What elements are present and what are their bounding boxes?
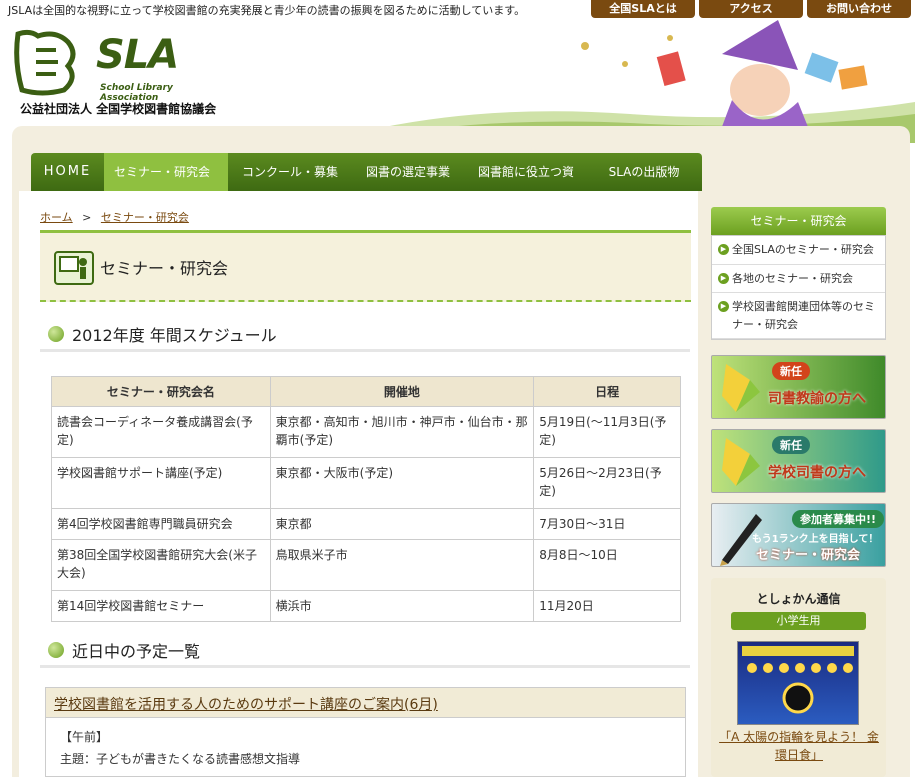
nav-selection[interactable]: 図書の選定事業 xyxy=(352,153,464,191)
column-header: 日程 xyxy=(533,376,681,407)
table-cell: 横浜市 xyxy=(269,590,535,622)
upcoming-heading: 近日中の予定一覧 xyxy=(40,634,690,668)
schedule-table: セミナー・研究会名 開催地 日程 読書会コーディネータ養成講習会(予定) 東京都… xyxy=(51,376,681,622)
banner-subtext: もう1ランク上を目指して！ xyxy=(752,534,879,545)
column-header: 開催地 xyxy=(269,376,535,407)
sidebar-menu: 全国SLAのセミナー・研究会 各地のセミナー・研究会 学校図書館関連団体等のセミ… xyxy=(711,235,886,341)
table-row: 読書会コーディネータ養成講習会(予定) 東京都・高知市・旭川市・神戸市・仙台市・… xyxy=(51,406,681,458)
page-title-band: セミナー・研究会 xyxy=(40,230,691,302)
table-cell: 読書会コーディネータ養成講習会(予定) xyxy=(51,406,271,458)
sidebar-item-related[interactable]: 学校図書館関連団体等のセミナー・研究会 xyxy=(712,293,885,340)
sidebar-heading: セミナー・研究会 xyxy=(711,207,886,235)
table-cell: 11月20日 xyxy=(533,590,681,622)
upcoming-event: 学校図書館を活用する人のためのサポート講座のご案内(6月) 【午前】 主題：子ど… xyxy=(45,687,686,777)
table-cell: 東京都・大阪市(予定) xyxy=(269,457,535,509)
bullet-ball-icon xyxy=(48,642,64,658)
witch-illustration xyxy=(370,20,915,143)
logo-mark-icon xyxy=(14,29,76,96)
newsletter-cover-image[interactable] xyxy=(737,641,859,725)
table-cell: 7月30日～31日 xyxy=(533,508,681,540)
page-title: セミナー・研究会 xyxy=(100,259,229,278)
event-session: 【午前】 xyxy=(60,730,109,744)
contact-link[interactable]: お問い合わせ xyxy=(807,0,911,18)
breadcrumb-current[interactable]: セミナー・研究会 xyxy=(101,211,189,224)
banner-text: セミナー・研究会 xyxy=(756,548,861,563)
banner-text: 学校司書の方へ xyxy=(768,465,866,481)
new-badge: 新任 xyxy=(772,436,810,454)
top-links: 全国SLAとは アクセス お問い合わせ xyxy=(591,0,911,18)
event-theme: 主題：子どもが書きたくなる読書感想文指導 xyxy=(60,752,301,766)
table-cell: 第4回学校図書館専門職員研究会 xyxy=(51,508,271,540)
eclipse-icon xyxy=(742,646,854,714)
tsushin-title: としょかん通信 xyxy=(756,592,841,606)
table-cell: 鳥取県米子市 xyxy=(269,539,535,591)
breadcrumb-separator: > xyxy=(82,211,92,224)
global-nav: HOME セミナー・研究会 コンクール・募集 図書の選定事業 図書館に役立つ資料… xyxy=(31,153,702,217)
recruiting-badge: 参加者募集中!! xyxy=(792,510,885,528)
table-cell: 東京都・高知市・旭川市・神戸市・仙台市・那覇市(予定) xyxy=(269,406,535,458)
sidebar-item-regional[interactable]: 各地のセミナー・研究会 xyxy=(712,265,885,294)
leaf-icon xyxy=(722,438,760,486)
tsushin-caption-link[interactable]: 「A 太陽の指輪を見よう！ 金環日食」 xyxy=(719,728,879,764)
new-badge: 新任 xyxy=(772,362,810,380)
nav-seminar[interactable]: セミナー・研究会 xyxy=(104,153,228,191)
schedule-heading: 2012年度 年間スケジュール xyxy=(40,318,690,352)
access-link[interactable]: アクセス xyxy=(699,0,803,18)
banner-seminar-recruit[interactable]: 参加者募集中!! もう1ランク上を目指して！ セミナー・研究会 xyxy=(711,503,886,567)
table-header-row: セミナー・研究会名 開催地 日程 xyxy=(51,376,681,407)
nav-resources[interactable]: 図書館に役立つ資料 xyxy=(464,153,588,217)
presentation-icon xyxy=(54,251,94,285)
event-title-link[interactable]: 学校図書館を活用する人のためのサポート講座のご案内(6月) xyxy=(46,688,685,718)
site-logo[interactable]: SLA School Library Association 公益社団法人 全国… xyxy=(12,28,222,118)
org-name: 公益社団法人 全国学校図書館協議会 xyxy=(20,102,217,116)
nav-publications[interactable]: SLAの出版物 xyxy=(588,153,700,191)
nav-home[interactable]: HOME xyxy=(31,153,104,191)
banner-school-librarian[interactable]: 新任 学校司書の方へ xyxy=(711,429,886,493)
table-row: 学校図書館サポート講座(予定) 東京都・大阪市(予定) 5月26日～2月23日(… xyxy=(51,457,681,509)
upcoming-heading-text: 近日中の予定一覧 xyxy=(72,642,201,661)
site-tagline: JSLAは全国的な視野に立って学校図書館の充実発展と青少年の読書の振興を図るため… xyxy=(8,4,526,17)
sidebar: セミナー・研究会 全国SLAのセミナー・研究会 各地のセミナー・研究会 学校図書… xyxy=(711,207,886,341)
nav-contest[interactable]: コンクール・募集 xyxy=(228,153,352,191)
breadcrumb-home[interactable]: ホーム xyxy=(40,211,73,224)
leaf-icon xyxy=(722,364,760,412)
table-cell: 学校図書館サポート講座(予定) xyxy=(51,457,271,509)
table-row: 第4回学校図書館専門職員研究会 東京都 7月30日～31日 xyxy=(51,508,681,540)
sidebar-item-national[interactable]: 全国SLAのセミナー・研究会 xyxy=(712,236,885,265)
logo-text: SLA xyxy=(96,32,179,78)
table-cell: 第38回全国学校図書館研究大会(米子大会) xyxy=(51,539,271,591)
tosho-tsushin-box: としょかん通信 小学生用 「A 太陽の指輪を見よう！ 金環日食」 xyxy=(711,578,886,777)
table-cell: 東京都 xyxy=(269,508,535,540)
bullet-ball-icon xyxy=(48,326,64,342)
table-row: 第38回全国学校図書館研究大会(米子大会) 鳥取県米子市 8月8日～10日 xyxy=(51,539,681,591)
table-cell: 8月8日～10日 xyxy=(533,539,681,591)
table-cell: 第14回学校図書館セミナー xyxy=(51,590,271,622)
banner-teacher-librarian[interactable]: 新任 司書教諭の方へ xyxy=(711,355,886,419)
table-row: 第14回学校図書館セミナー 横浜市 11月20日 xyxy=(51,590,681,622)
about-link[interactable]: 全国SLAとは xyxy=(591,0,695,18)
table-cell: 5月26日～2月23日(予定) xyxy=(533,457,681,509)
column-header: セミナー・研究会名 xyxy=(51,376,271,407)
schedule-heading-text: 2012年度 年間スケジュール xyxy=(72,326,277,345)
tsushin-level-pill[interactable]: 小学生用 xyxy=(731,612,866,630)
breadcrumb: ホーム > セミナー・研究会 xyxy=(40,209,189,225)
table-cell: 5月19日(～11月3日(予定) xyxy=(533,406,681,458)
banner-text: 司書教諭の方へ xyxy=(768,391,866,407)
